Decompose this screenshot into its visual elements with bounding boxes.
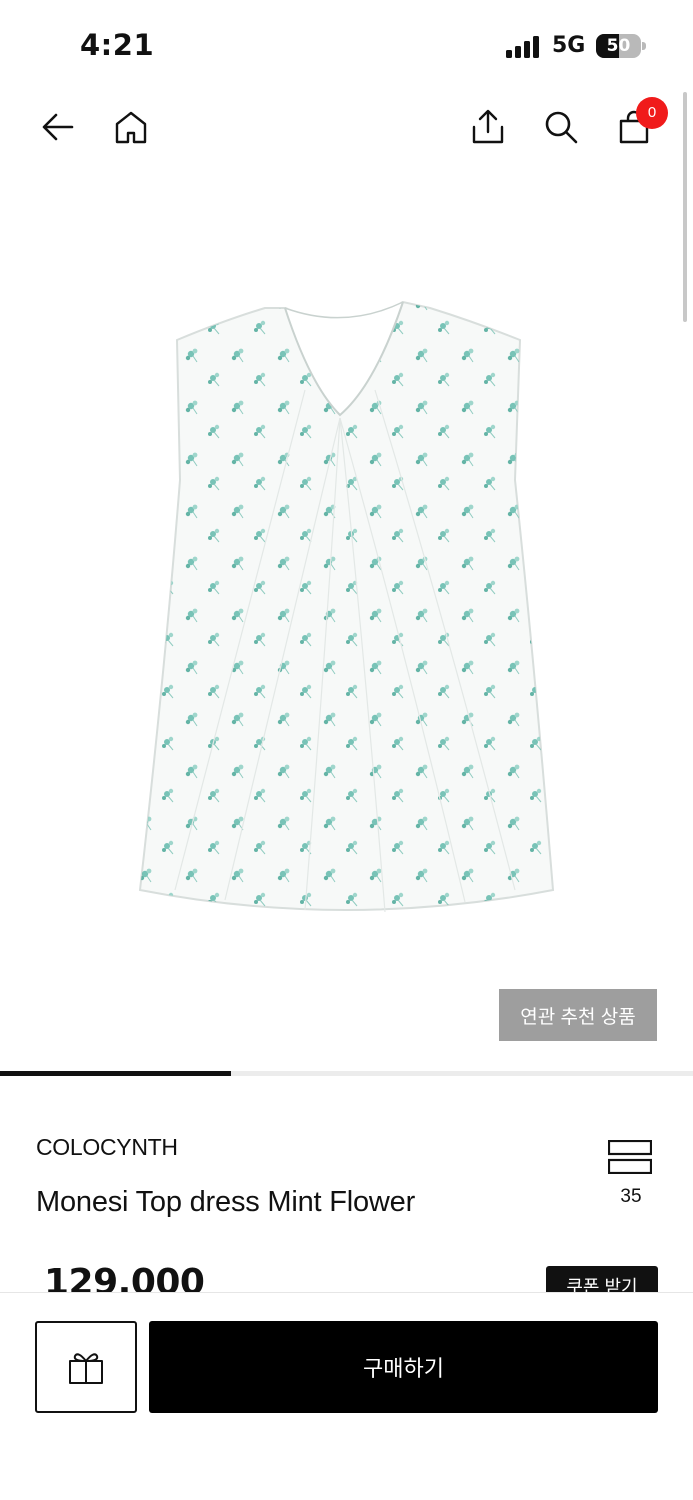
status-time: 4:21 — [80, 28, 155, 62]
top-nav — [0, 95, 693, 165]
stack-icon — [608, 1140, 652, 1174]
signal-icon — [506, 36, 539, 58]
bottom-action-bar: 구매하기 — [0, 1292, 693, 1500]
brand-name[interactable]: COLOCYNTH — [36, 1134, 178, 1161]
cart-count-badge: 0 — [636, 97, 668, 129]
wishlist-count: 35 — [620, 1186, 642, 1207]
network-label: 5G — [552, 33, 586, 58]
gallery-progress-fill — [0, 1071, 231, 1076]
gift-icon — [69, 1353, 103, 1384]
buy-button[interactable]: 구매하기 — [149, 1321, 658, 1413]
gift-button[interactable] — [35, 1321, 137, 1413]
home-icon[interactable] — [109, 105, 153, 149]
search-icon[interactable] — [539, 105, 583, 149]
battery-icon: 50 — [596, 34, 646, 58]
status-bar: 4:21 5G 50 — [0, 0, 693, 90]
related-products-button[interactable]: 연관 추천 상품 — [499, 989, 657, 1041]
dress-image — [138, 300, 555, 913]
gallery-progress-bar — [0, 1071, 693, 1076]
share-icon[interactable] — [466, 105, 510, 149]
battery-percent: 50 — [606, 36, 631, 56]
product-image[interactable] — [0, 170, 693, 1070]
product-title: Monesi Top dress Mint Flower — [36, 1186, 416, 1218]
back-arrow-icon[interactable] — [36, 105, 80, 149]
wishlist-button[interactable]: 35 — [604, 1136, 658, 1216]
